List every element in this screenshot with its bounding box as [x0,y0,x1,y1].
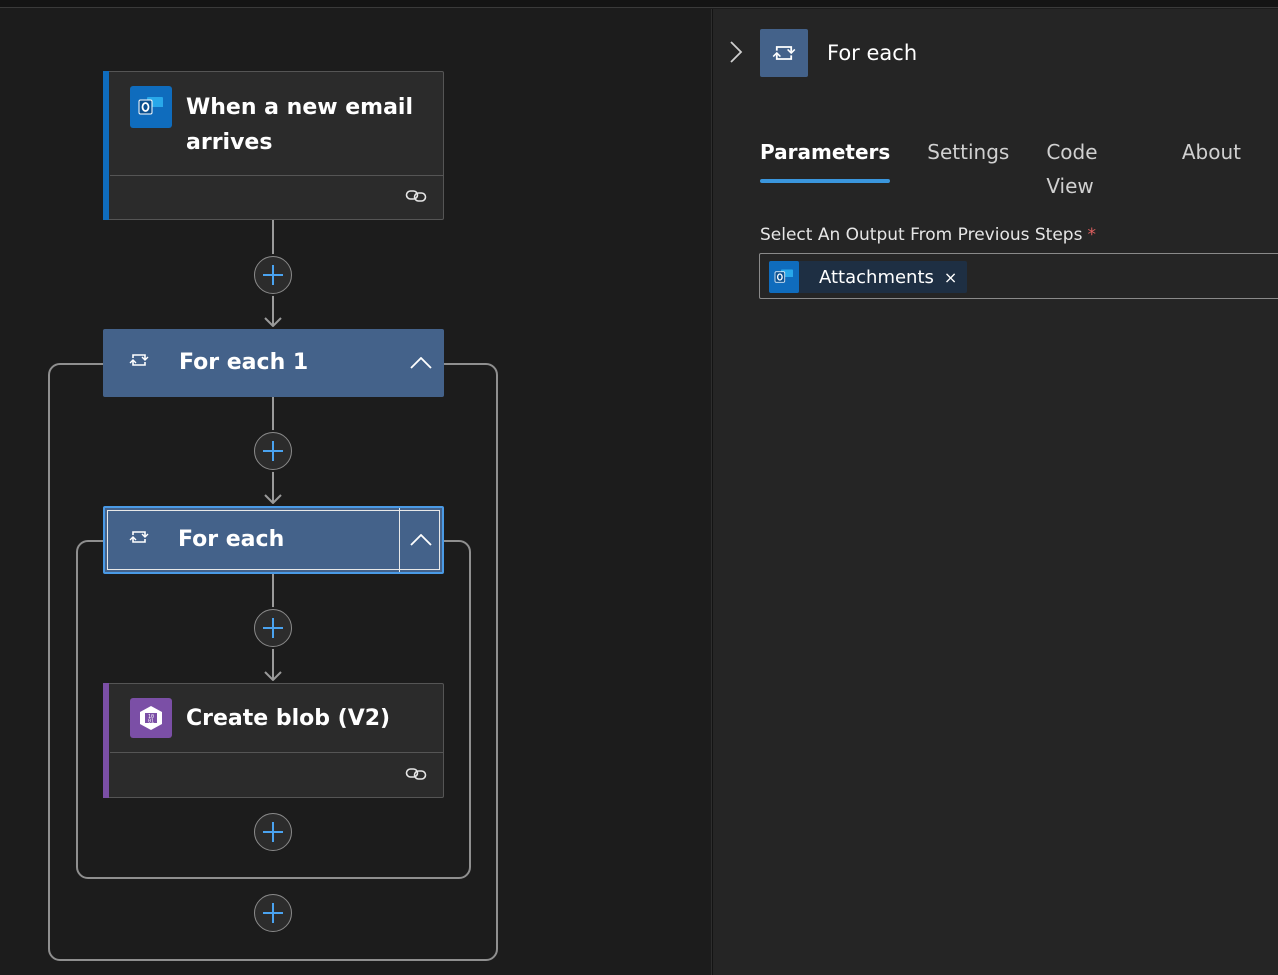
loop-icon [129,531,149,543]
trigger-card[interactable]: When a new email arrives [103,71,444,220]
create-blob-card[interactable]: 10 01 Create blob (V2) [103,683,444,798]
field-label-text: Select An Output From Previous Steps [760,225,1083,245]
link-icon[interactable] [405,766,427,782]
attachments-token[interactable]: Attachments × [769,261,968,293]
card-accent [103,683,109,798]
card-accent [103,71,109,220]
trigger-title: When a new email arrives [186,95,414,155]
active-tab-indicator [760,179,891,183]
svg-text:01: 01 [148,719,154,725]
tab-code-view[interactable]: Code View [1046,135,1145,203]
token-label: Attachments [819,266,934,288]
designer-canvas: When a new email arrives For each 1 For … [0,9,711,975]
top-bar [0,0,1278,8]
for-each-label: For each [178,527,285,552]
field-label: Select An Output From Previous Steps * [760,223,1096,247]
add-step-button[interactable] [254,256,292,294]
create-blob-title: Create blob (V2) [186,706,391,731]
chevron-right-icon[interactable] [729,41,743,63]
chevron-up-icon [410,357,432,369]
for-each-1-label: For each 1 [179,350,309,375]
details-panel: For each Parameters Settings Code View A… [713,9,1278,975]
collapse-button[interactable] [399,508,441,572]
add-step-button[interactable] [254,894,292,932]
link-icon[interactable] [405,188,427,204]
for-each-1-header[interactable]: For each 1 [103,329,444,397]
add-step-button[interactable] [254,432,292,470]
add-step-button[interactable] [254,609,292,647]
blob-storage-icon: 10 01 [130,698,172,738]
tab-parameters[interactable]: Parameters [760,135,891,203]
tab-label: Parameters [760,140,891,164]
loop-icon [760,29,808,77]
outlook-icon [130,86,172,128]
chevron-up-icon [409,534,432,546]
collapse-button[interactable] [398,329,444,397]
required-indicator: * [1087,225,1096,245]
tab-label: Settings [927,140,1010,164]
for-each-header[interactable]: For each [103,506,444,574]
loop-icon [129,354,149,366]
card-footer [110,175,443,219]
tab-list: Parameters Settings Code View About [760,135,1278,203]
tab-label: About [1181,140,1241,164]
card-footer [110,752,443,797]
outlook-icon [769,261,799,293]
tab-about[interactable]: About [1182,135,1241,203]
add-step-button[interactable] [254,813,292,851]
output-select-field[interactable]: Attachments × [759,253,1278,299]
remove-token-button[interactable]: × [944,268,957,287]
tab-settings[interactable]: Settings [927,135,1009,203]
panel-title: For each [827,41,918,65]
tab-label: Code View [1046,140,1098,198]
